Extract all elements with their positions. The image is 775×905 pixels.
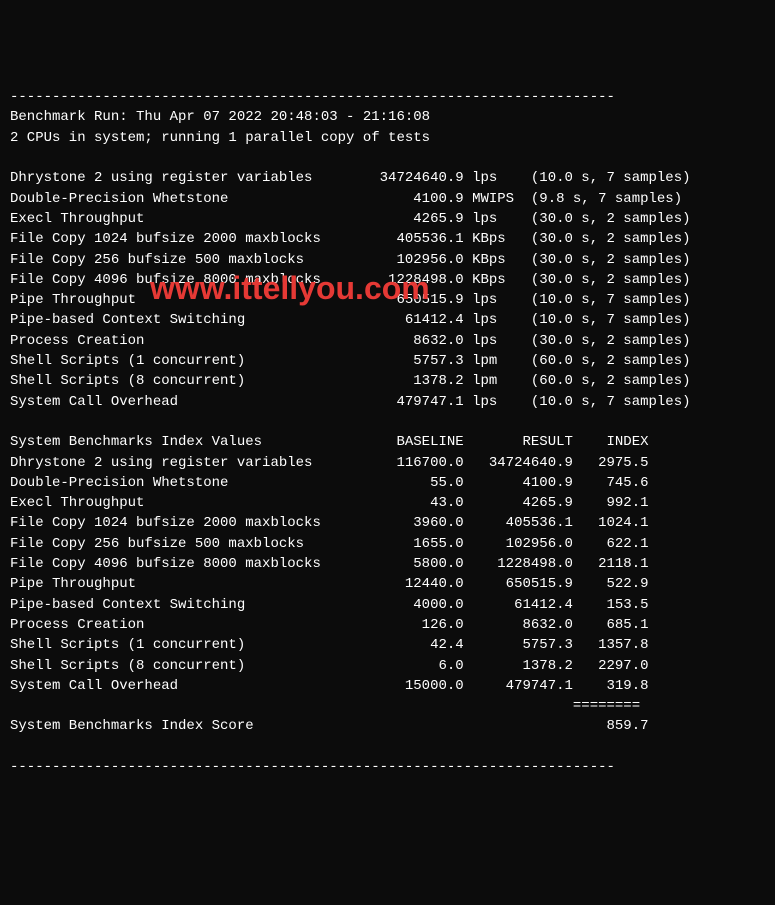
- terminal-output: ----------------------------------------…: [10, 87, 765, 777]
